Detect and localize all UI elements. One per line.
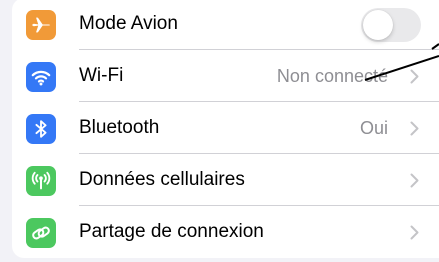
cellular-antenna-icon	[26, 166, 56, 196]
connectivity-settings-group: Mode Avion Wi-Fi Non connecté Bluetooth …	[12, 0, 439, 258]
personal-hotspot-label: Partage de connexion	[79, 221, 264, 242]
airplane-mode-toggle[interactable]	[361, 8, 421, 42]
cellular-data-label: Données cellulaires	[79, 169, 245, 190]
chevron-right-icon	[410, 225, 419, 240]
personal-hotspot-icon	[26, 218, 56, 248]
bluetooth-status-value: Oui	[359, 118, 388, 138]
cellular-data-row[interactable]: Données cellulaires	[12, 154, 439, 206]
toggle-knob	[363, 10, 393, 40]
airplane-mode-row[interactable]: Mode Avion	[12, 0, 439, 50]
bluetooth-icon	[26, 114, 56, 144]
personal-hotspot-row[interactable]: Partage de connexion	[12, 206, 439, 258]
bluetooth-label: Bluetooth	[79, 117, 160, 138]
wifi-label: Wi-Fi	[79, 65, 124, 86]
chevron-right-icon	[410, 173, 419, 188]
settings-screen: Mode Avion Wi-Fi Non connecté Bluetooth …	[0, 0, 439, 262]
airplane-mode-label: Mode Avion	[79, 13, 178, 34]
wifi-status-value: Non connecté	[276, 66, 388, 86]
wifi-icon	[26, 62, 56, 92]
chevron-right-icon	[410, 69, 419, 84]
bluetooth-row[interactable]: Bluetooth Oui	[12, 102, 439, 154]
airplane-icon	[26, 10, 56, 40]
wifi-row[interactable]: Wi-Fi Non connecté	[12, 50, 439, 102]
chevron-right-icon	[410, 121, 419, 136]
